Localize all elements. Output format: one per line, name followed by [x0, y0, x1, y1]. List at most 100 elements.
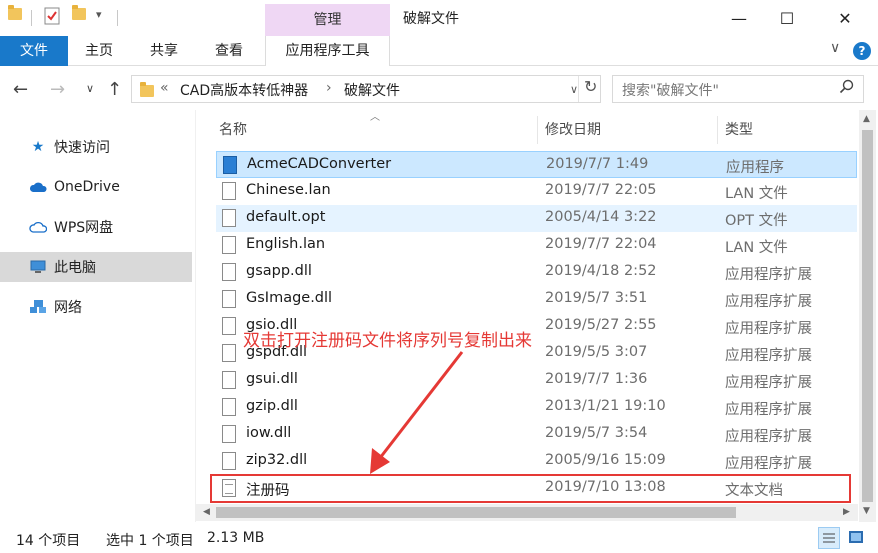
- dll-file-icon: [222, 425, 236, 443]
- file-type: 应用程序扩展: [725, 294, 812, 310]
- column-header-date[interactable]: 修改日期: [545, 116, 601, 144]
- sidebar-item-onedrive[interactable]: OneDrive: [0, 172, 192, 202]
- annotation-text: 双击打开注册码文件将序列号复制出来: [243, 331, 532, 351]
- table-row[interactable]: gsui.dll 2019/7/7 1:36 应用程序扩展: [216, 367, 857, 394]
- column-divider[interactable]: [717, 116, 718, 144]
- dll-file-icon: [222, 344, 236, 362]
- folder-icon: [140, 82, 154, 97]
- column-header-name[interactable]: 名称: [219, 116, 247, 144]
- sidebar-item-quick-access[interactable]: ★ 快速访问: [0, 132, 192, 162]
- tab-app-tools[interactable]: 应用程序工具: [265, 36, 390, 66]
- file-name: default.opt: [246, 209, 326, 225]
- tab-view[interactable]: 查看: [215, 36, 243, 66]
- file-date: 2019/5/5 3:07: [545, 344, 648, 360]
- status-item-count: 14 个项目: [16, 533, 81, 549]
- file-type: 应用程序扩展: [725, 321, 812, 337]
- breadcrumb-parent[interactable]: CAD高版本转低神器: [180, 80, 308, 100]
- cloud-icon: [28, 179, 48, 195]
- tab-home[interactable]: 主页: [85, 36, 113, 66]
- file-name: AcmeCADConverter: [247, 156, 392, 172]
- table-row[interactable]: gsapp.dll 2019/4/18 2:52 应用程序扩展: [216, 259, 857, 286]
- table-row[interactable]: English.lan 2019/7/7 22:04 LAN 文件: [216, 232, 857, 259]
- status-selection: 选中 1 个项目: [106, 533, 194, 549]
- status-size: 2.13 MB: [207, 530, 265, 546]
- divider: [31, 10, 32, 26]
- divider: [578, 76, 579, 102]
- navigation-pane: ★ 快速访问 OneDrive WPS网盘 此电脑 网络: [0, 110, 195, 522]
- table-row[interactable]: AcmeCADConverter 2019/7/7 1:49 应用程序: [216, 151, 857, 178]
- scroll-up-icon[interactable]: ▲: [863, 114, 870, 124]
- help-icon[interactable]: ?: [853, 42, 871, 60]
- breadcrumb-separator[interactable]: ›: [326, 80, 332, 96]
- network-icon: [28, 299, 48, 315]
- file-date: 2019/7/7 22:04: [545, 236, 657, 252]
- sidebar-item-wps[interactable]: WPS网盘: [0, 212, 192, 242]
- table-row[interactable]: gzip.dll 2013/1/21 19:10 应用程序扩展: [216, 394, 857, 421]
- file-date: 2019/7/7 22:05: [545, 182, 657, 198]
- column-header-type[interactable]: 类型: [725, 116, 753, 144]
- close-button[interactable]: ✕: [822, 4, 868, 32]
- scroll-down-icon[interactable]: ▼: [863, 506, 870, 516]
- table-row[interactable]: zip32.dll 2005/9/16 15:09 应用程序扩展: [216, 448, 857, 475]
- scroll-right-icon[interactable]: ▶: [843, 507, 850, 517]
- window-title: 破解文件: [403, 11, 459, 27]
- star-icon: ★: [31, 139, 45, 155]
- file-type: 应用程序扩展: [725, 267, 812, 283]
- dll-file-icon: [222, 290, 236, 308]
- file-date: 2019/7/7 1:49: [546, 156, 649, 172]
- horizontal-scroll-thumb[interactable]: [216, 507, 736, 518]
- properties-icon[interactable]: [44, 7, 60, 25]
- maximize-button[interactable]: ☐: [764, 4, 810, 32]
- file-name: English.lan: [246, 236, 326, 252]
- search-icon[interactable]: [839, 79, 855, 99]
- forward-icon[interactable]: →: [50, 79, 65, 100]
- table-row[interactable]: Chinese.lan 2019/7/7 22:05 LAN 文件: [216, 178, 857, 205]
- tab-share[interactable]: 共享: [150, 36, 178, 66]
- details-view-icon[interactable]: [818, 527, 840, 549]
- scroll-left-icon[interactable]: ◀: [203, 507, 210, 517]
- address-bar[interactable]: « CAD高版本转低神器 › 破解文件 ∨ ↻: [131, 75, 601, 103]
- tab-file[interactable]: 文件: [0, 36, 68, 66]
- sidebar-item-label: WPS网盘: [54, 220, 114, 236]
- file-type: 应用程序扩展: [725, 429, 812, 445]
- vertical-scroll-thumb[interactable]: [862, 130, 873, 502]
- file-type: 应用程序扩展: [725, 348, 812, 364]
- sort-ascending-icon: ︿: [370, 112, 380, 123]
- file-icon: [222, 209, 236, 227]
- cloud-outline-icon: [28, 219, 48, 235]
- dll-file-icon: [222, 452, 236, 470]
- file-type: LAN 文件: [725, 240, 788, 256]
- file-name: GsImage.dll: [246, 290, 333, 306]
- search-input[interactable]: 搜索"破解文件": [622, 80, 719, 100]
- minimize-button[interactable]: —: [716, 4, 762, 32]
- table-row[interactable]: GsImage.dll 2019/5/7 3:51 应用程序扩展: [216, 286, 857, 313]
- address-dropdown-icon[interactable]: ∨: [570, 83, 578, 96]
- breadcrumb-current[interactable]: 破解文件: [344, 80, 400, 100]
- ribbon-expand-icon[interactable]: ∨: [830, 40, 840, 56]
- dll-file-icon: [222, 317, 236, 335]
- sidebar-item-network[interactable]: 网络: [0, 292, 192, 322]
- file-type: 应用程序: [726, 160, 784, 176]
- file-name: iow.dll: [246, 425, 292, 441]
- sidebar-item-label: 网络: [54, 300, 82, 316]
- file-name: gsapp.dll: [246, 263, 312, 279]
- refresh-icon[interactable]: ↻: [584, 77, 597, 96]
- file-date: 2005/9/16 15:09: [545, 452, 666, 468]
- search-box[interactable]: 搜索"破解文件": [612, 75, 864, 103]
- file-name: zip32.dll: [246, 452, 308, 468]
- up-icon[interactable]: ↑: [107, 79, 122, 100]
- recent-locations-icon[interactable]: ∨: [86, 82, 94, 95]
- sidebar-item-this-pc[interactable]: 此电脑: [0, 252, 192, 282]
- table-row[interactable]: default.opt 2005/4/14 3:22 OPT 文件: [216, 205, 857, 232]
- table-row[interactable]: iow.dll 2019/5/7 3:54 应用程序扩展: [216, 421, 857, 448]
- pane-divider: [195, 110, 196, 522]
- customize-toolbar-icon[interactable]: ▾: [96, 8, 102, 21]
- breadcrumb-overflow[interactable]: «: [160, 80, 169, 96]
- new-folder-icon[interactable]: [72, 5, 86, 20]
- file-date: 2013/1/21 19:10: [545, 398, 666, 414]
- divider: [117, 10, 118, 26]
- large-icons-view-icon[interactable]: [846, 527, 868, 549]
- back-icon[interactable]: ←: [13, 79, 28, 100]
- column-divider[interactable]: [537, 116, 538, 144]
- tab-manage[interactable]: 管理: [265, 4, 390, 36]
